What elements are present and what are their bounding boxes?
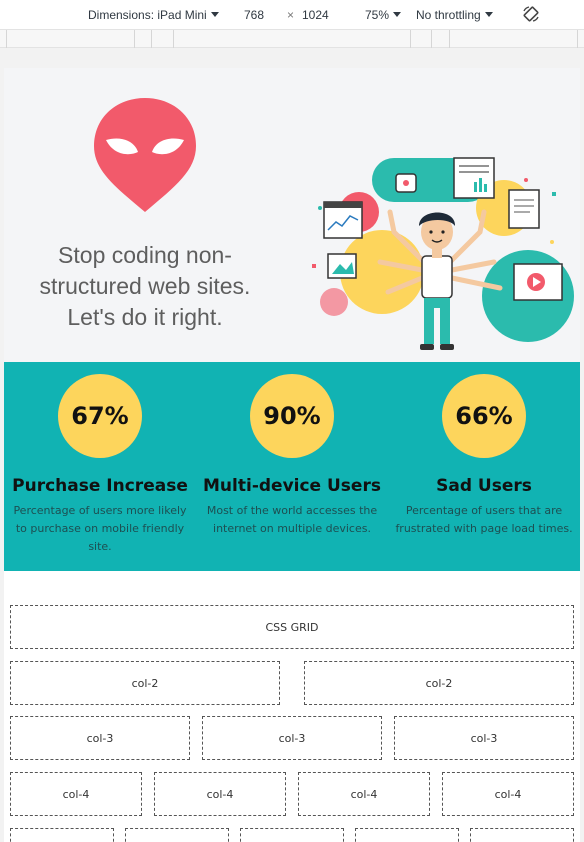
throttling-dropdown[interactable]: No throttling	[416, 8, 493, 22]
device-toolbar: Dimensions: iPad Mini 768 × 1024 75% No …	[0, 0, 584, 30]
grid-cell-col3: col-3	[202, 716, 382, 760]
alien-logo-icon	[92, 94, 198, 218]
hero-tagline: Stop coding non-structured web sites. Le…	[39, 242, 251, 330]
rotate-icon[interactable]	[522, 5, 540, 26]
stat-title: Purchase Increase	[12, 476, 188, 496]
stats-section: 67% Purchase Increase Percentage of user…	[4, 362, 580, 571]
media-query-ruler	[0, 29, 584, 48]
zoom-label: 75%	[365, 8, 390, 22]
chevron-down-icon	[210, 12, 219, 17]
css-grid-demo: CSS GRID col-2 col-2 col-3 col-3 col-3 c…	[4, 571, 580, 842]
dimension-separator: ×	[287, 8, 295, 22]
stat-title: Multi-device Users	[203, 476, 381, 496]
grid-cell-col4: col-4	[10, 772, 142, 816]
dimensions-dropdown[interactable]: Dimensions: iPad Mini	[88, 8, 219, 22]
stat-description: Percentage of users that are frustrated …	[395, 504, 573, 535]
grid-cell-col4: col-4	[298, 772, 430, 816]
grid-header-cell: CSS GRID	[10, 605, 574, 649]
stat-sad-users: 66% Sad Users Percentage of users that a…	[388, 374, 580, 538]
height-input[interactable]: 1024	[302, 8, 329, 22]
grid-cell-col2: col-2	[10, 661, 280, 705]
grid-cell-col4: col-4	[442, 772, 574, 816]
stat-multi-device-users: 90% Multi-device Users Most of the world…	[196, 374, 388, 538]
grid-cell-col4: col-4	[154, 772, 286, 816]
throttling-label: No throttling	[416, 8, 481, 22]
grid-cell-col3: col-3	[10, 716, 190, 760]
stat-description: Most of the world accesses the internet …	[206, 504, 378, 535]
zoom-dropdown[interactable]: 75%	[365, 8, 402, 22]
stat-description: Percentage of users more likely to purch…	[13, 504, 187, 553]
grid-cell-col5	[240, 828, 344, 842]
stat-title: Sad Users	[436, 476, 532, 496]
chevron-down-icon	[484, 12, 493, 17]
stat-value-circle: 67%	[58, 374, 142, 458]
grid-cell-col5	[355, 828, 459, 842]
grid-cell-col5	[125, 828, 229, 842]
developer-illustration	[304, 152, 574, 366]
grid-cell-col5	[10, 828, 114, 842]
width-input[interactable]: 768	[244, 8, 264, 22]
chevron-down-icon	[393, 12, 402, 17]
stat-value-circle: 66%	[442, 374, 526, 458]
stat-purchase-increase: 67% Purchase Increase Percentage of user…	[4, 374, 196, 556]
grid-cell-col3: col-3	[394, 716, 574, 760]
grid-cell-col5	[470, 828, 574, 842]
grid-cell-col2: col-2	[304, 661, 574, 705]
stat-value-circle: 90%	[250, 374, 334, 458]
hero-section: Stop coding non-structured web sites. Le…	[4, 68, 580, 362]
dimensions-label: Dimensions: iPad Mini	[88, 8, 207, 22]
page-viewport: Stop coding non-structured web sites. Le…	[4, 68, 580, 842]
